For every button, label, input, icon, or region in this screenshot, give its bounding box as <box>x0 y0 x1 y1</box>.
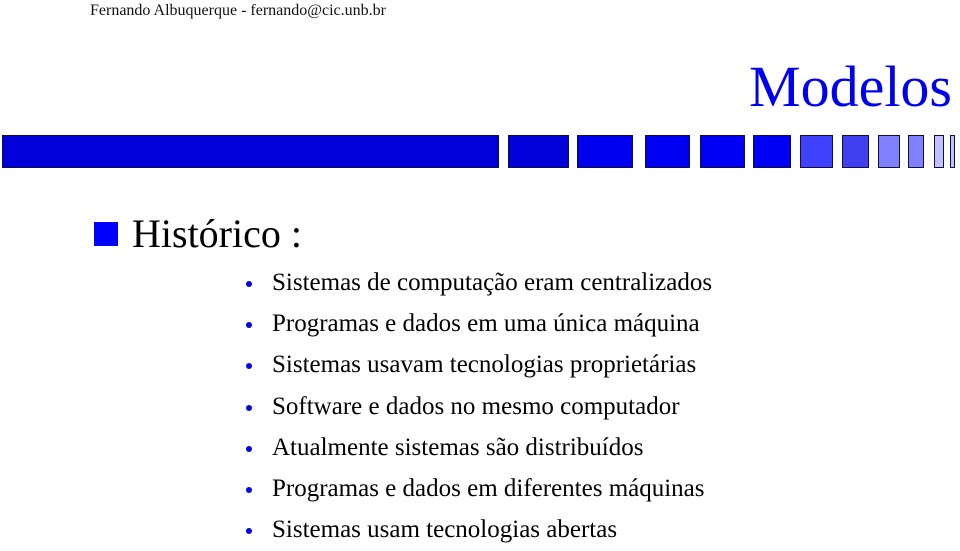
bullet-dot-icon <box>246 363 252 370</box>
decorative-block <box>950 135 955 168</box>
bullet-dot-icon <box>246 445 252 452</box>
list-item-text: Sistemas usam tecnologias abertas <box>272 516 618 544</box>
list-item: Sistemas usam tecnologias abertas <box>246 510 712 551</box>
bullet-dot-icon <box>246 321 252 328</box>
list-item: Programas e dados em diferentes máquinas <box>246 468 712 509</box>
section-heading-text: Histórico : <box>132 211 302 256</box>
decorative-block <box>2 135 499 168</box>
decorative-block <box>577 135 633 168</box>
section-heading: Histórico : <box>94 209 302 259</box>
list-item-text: Atualmente sistemas são distribuídos <box>272 433 644 461</box>
decorative-block <box>908 135 924 168</box>
list-item-text: Software e dados no mesmo computador <box>272 392 680 420</box>
decorative-block <box>800 135 833 168</box>
list-item: Atualmente sistemas são distribuídos <box>246 427 712 468</box>
square-bullet-icon <box>94 222 118 246</box>
decorative-block <box>753 135 791 168</box>
decorative-block <box>878 135 900 168</box>
list-item-text: Programas e dados em diferentes máquinas <box>272 475 705 503</box>
list-item: Software e dados no mesmo computador <box>246 386 712 427</box>
list-item-text: Sistemas usavam tecnologias proprietária… <box>272 351 697 379</box>
bullet-list: Sistemas de computação eram centralizado… <box>246 262 712 551</box>
bullet-dot-icon <box>246 487 252 494</box>
decorative-block <box>700 135 745 168</box>
bullet-dot-icon <box>246 528 252 535</box>
author-line: Fernando Albuquerque - fernando@cic.unb.… <box>90 2 386 19</box>
decorative-block <box>645 135 690 168</box>
list-item-text: Programas e dados em uma única máquina <box>272 309 700 337</box>
decorative-block <box>842 135 869 168</box>
decorative-block <box>934 135 944 168</box>
slide-title: Modelos <box>749 54 952 119</box>
list-item: Sistemas usavam tecnologias proprietária… <box>246 345 712 386</box>
decorative-block <box>508 135 569 168</box>
list-item: Programas e dados em uma única máquina <box>246 303 712 344</box>
bullet-dot-icon <box>246 404 252 411</box>
list-item-text: Sistemas de computação eram centralizado… <box>272 268 713 296</box>
bullet-dot-icon <box>246 280 252 287</box>
list-item: Sistemas de computação eram centralizado… <box>246 262 712 303</box>
